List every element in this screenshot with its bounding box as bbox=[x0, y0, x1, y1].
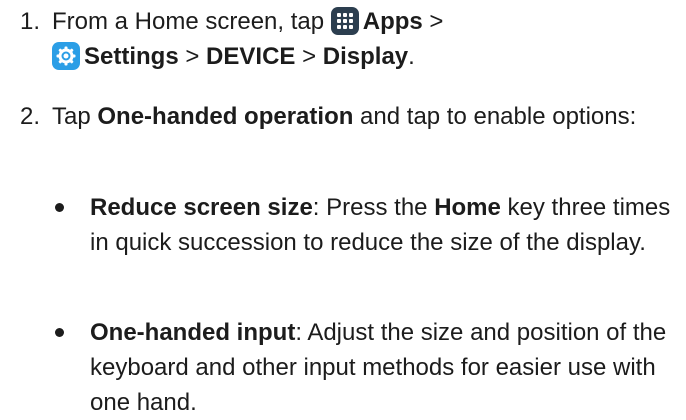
step-1-text: From a Home screen, tap Apps > Settings >… bbox=[52, 4, 676, 74]
option-label: One-handed operation bbox=[97, 103, 354, 130]
step-1-number: 1. bbox=[20, 8, 41, 35]
instruction-document: 1. From a Home screen, tap Apps > Setting… bbox=[0, 0, 686, 418]
separator: > bbox=[295, 43, 323, 70]
separator: > bbox=[178, 43, 207, 70]
apps-label: Apps bbox=[362, 8, 423, 35]
bullet-text: One-handed input: Adjust the size and po… bbox=[90, 315, 676, 420]
step-2-intro: Tap bbox=[52, 103, 98, 130]
home-key-label: Home bbox=[434, 194, 501, 221]
apps-grid-icon bbox=[330, 7, 359, 35]
step-2: 2. Tap One-handed operation and tap to e… bbox=[20, 99, 676, 134]
display-label: Display bbox=[322, 43, 409, 70]
step-2-number: 2. bbox=[20, 103, 41, 130]
step-2-text: Tap One-handed operation and tap to enab… bbox=[52, 99, 676, 134]
step-1-end: . bbox=[408, 43, 415, 70]
bullet-text-a: : Press the bbox=[312, 194, 435, 221]
bullet-title: One-handed input bbox=[90, 319, 296, 346]
separator: > bbox=[422, 8, 444, 35]
step-2-rest: and tap to enable options: bbox=[353, 103, 637, 130]
bullet-icon bbox=[55, 328, 64, 337]
device-label: DEVICE bbox=[206, 43, 296, 70]
bullet-text: Reduce screen size: Press the Home key t… bbox=[90, 190, 676, 260]
settings-gear-icon bbox=[52, 42, 80, 70]
list-item: One-handed input: Adjust the size and po… bbox=[52, 315, 676, 420]
bullet-title: Reduce screen size bbox=[90, 194, 313, 221]
bullet-icon bbox=[55, 203, 64, 212]
step-1-intro: From a Home screen, tap bbox=[52, 8, 331, 35]
step-1: 1. From a Home screen, tap Apps > Setting… bbox=[20, 4, 676, 74]
settings-label: Settings bbox=[84, 43, 179, 70]
list-item: Reduce screen size: Press the Home key t… bbox=[52, 190, 676, 260]
